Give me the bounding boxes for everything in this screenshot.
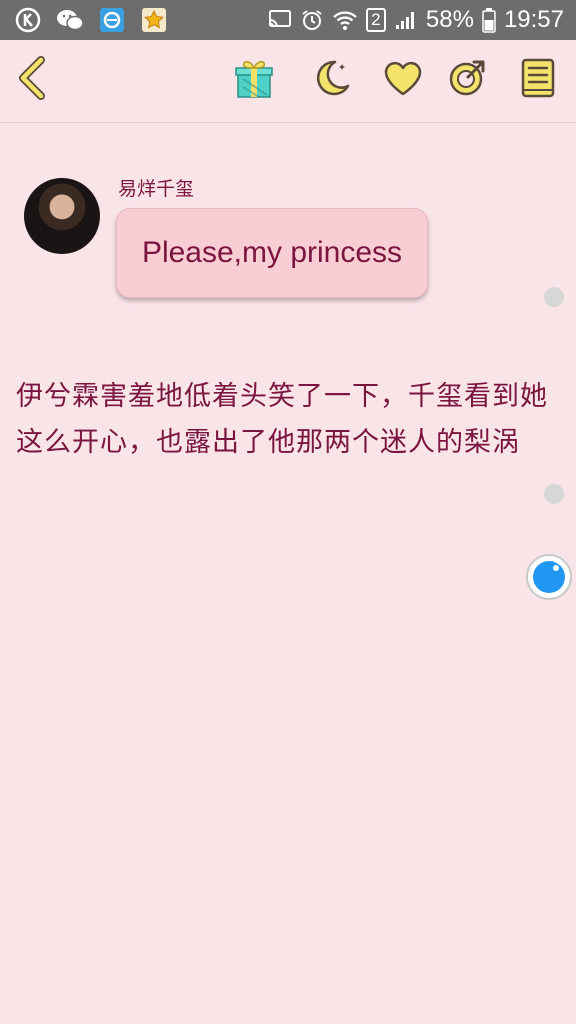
notification-icons xyxy=(14,4,168,36)
share-button[interactable] xyxy=(445,58,489,102)
wifi-icon xyxy=(332,9,358,31)
status-bar: 2 58% 19:57 xyxy=(0,0,576,40)
floating-button-core xyxy=(533,561,565,593)
favorite-button[interactable] xyxy=(381,58,425,102)
battery-percent: 58% xyxy=(425,6,474,33)
floating-assistive-button[interactable] xyxy=(526,554,572,600)
reader-toolbar xyxy=(0,40,576,123)
share-icon xyxy=(446,57,488,103)
battery-icon xyxy=(482,7,496,33)
back-button[interactable] xyxy=(10,56,54,104)
catalog-button[interactable] xyxy=(516,58,560,102)
star-app-icon xyxy=(140,6,168,34)
message-bubble: Please,my princess xyxy=(116,208,428,298)
sender-name: 易烊千玺 xyxy=(118,178,195,200)
signal-icon xyxy=(394,9,418,31)
avatar[interactable] xyxy=(24,178,100,254)
back-icon xyxy=(15,56,49,104)
night-mode-button[interactable] xyxy=(310,58,354,102)
k-app-icon xyxy=(14,6,42,34)
gift-button[interactable] xyxy=(232,58,276,102)
scroll-marker-dot xyxy=(544,287,564,307)
wechat-icon xyxy=(56,6,84,34)
moon-icon xyxy=(311,57,353,103)
browser-icon xyxy=(98,6,126,34)
sim-slot-badge: 2 xyxy=(365,8,386,32)
scroll-marker-dot xyxy=(544,484,564,504)
alarm-icon xyxy=(300,8,324,32)
narration-text: 伊兮霖害羞地低着头笑了一下，千玺看到她这么开心，也露出了他那两个迷人的梨涡 xyxy=(16,381,548,458)
system-indicators: 2 58% 19:57 xyxy=(268,0,564,40)
gift-icon xyxy=(233,57,275,103)
sim-slot-number: 2 xyxy=(371,10,381,29)
message-text: Please,my princess xyxy=(141,236,403,269)
cast-icon xyxy=(268,9,292,31)
clock: 19:57 xyxy=(503,6,564,33)
heart-icon xyxy=(382,58,424,102)
book-icon xyxy=(519,57,557,103)
